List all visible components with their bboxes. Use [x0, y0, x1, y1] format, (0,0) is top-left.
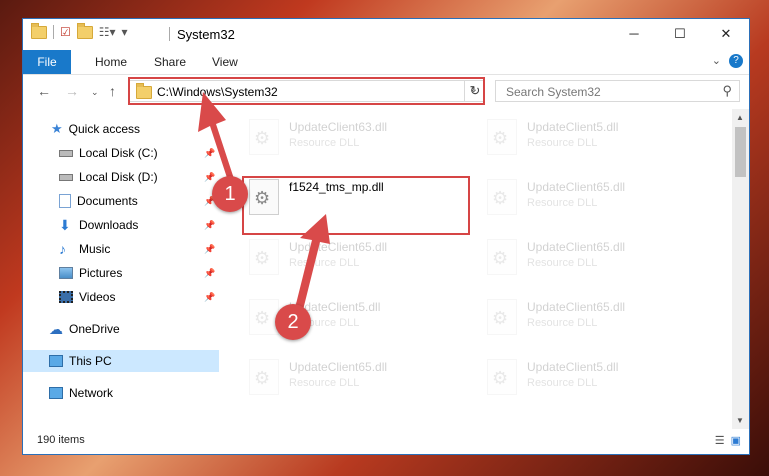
annotation-arrows	[198, 92, 330, 322]
step-1-badge: 1	[212, 176, 248, 212]
step-2-badge: 2	[275, 304, 311, 340]
